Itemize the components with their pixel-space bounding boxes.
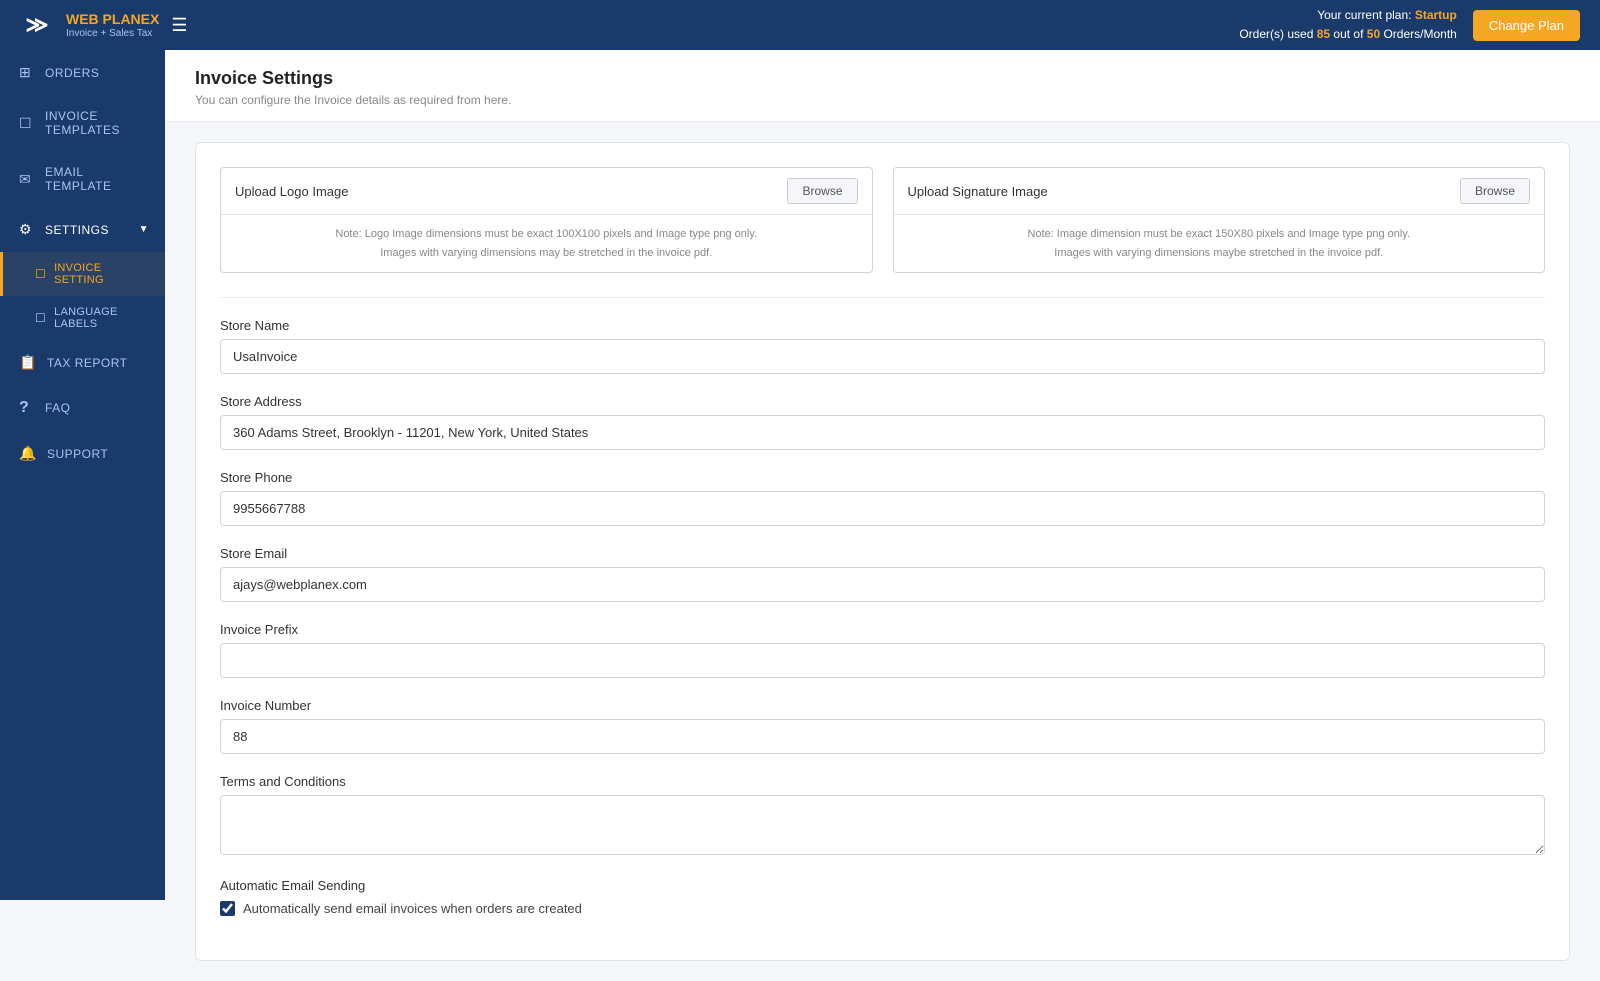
page-subtitle: You can configure the Invoice details as… xyxy=(195,93,1570,107)
auto-email-checkbox-label: Automatically send email invoices when o… xyxy=(243,901,582,916)
header-right: Your current plan: Startup Order(s) used… xyxy=(1239,6,1580,44)
support-icon: 🔔 xyxy=(19,445,37,462)
sidebar-item-label: SETTINGS xyxy=(45,223,109,237)
change-plan-button[interactable]: Change Plan xyxy=(1473,10,1580,41)
logo-mark: ≫ xyxy=(20,8,54,42)
logo-upload-note: Note: Logo Image dimensions must be exac… xyxy=(221,215,872,272)
terms-textarea[interactable] xyxy=(220,795,1545,855)
store-name-group: Store Name xyxy=(220,318,1545,374)
store-address-input[interactable] xyxy=(220,415,1545,450)
store-email-group: Store Email xyxy=(220,546,1545,602)
signature-browse-button[interactable]: Browse xyxy=(1460,178,1530,204)
auto-email-checkbox-row: Automatically send email invoices when o… xyxy=(220,901,1545,916)
logo-upload-label: Upload Logo Image xyxy=(235,184,348,199)
sidebar-sub-label: INVOICE SETTING xyxy=(54,262,149,286)
invoice-prefix-label: Invoice Prefix xyxy=(220,622,1545,637)
sidebar-item-faq[interactable]: ? FAQ xyxy=(0,385,165,431)
tax-report-icon: 📋 xyxy=(19,354,37,371)
page-header: Invoice Settings You can configure the I… xyxy=(165,50,1600,122)
auto-email-group: Automatic Email Sending Automatically se… xyxy=(220,878,1545,916)
logo-brand: WEB PLANEX xyxy=(66,11,159,28)
logo-browse-button[interactable]: Browse xyxy=(787,178,857,204)
sidebar-item-label: ORDERS xyxy=(45,66,99,80)
signature-upload-box: Upload Signature Image Browse Note: Imag… xyxy=(893,167,1546,273)
invoice-setting-icon: ☐ xyxy=(35,267,46,281)
page-title: Invoice Settings xyxy=(195,68,1570,89)
faq-icon: ? xyxy=(19,399,35,417)
upload-row: Upload Logo Image Browse Note: Logo Imag… xyxy=(220,167,1545,273)
sidebar-item-email-template[interactable]: ✉ EMAIL TEMPLATE xyxy=(0,151,165,207)
invoice-number-group: Invoice Number xyxy=(220,698,1545,754)
sidebar-item-label: SUPPORT xyxy=(47,447,108,461)
plan-info: Your current plan: Startup Order(s) used… xyxy=(1239,6,1456,44)
plan-name: Startup xyxy=(1415,8,1457,22)
content-area: Upload Logo Image Browse Note: Logo Imag… xyxy=(165,122,1600,981)
app-layout: ⊞ ORDERS ☐ INVOICE TEMPLATES ✉ EMAIL TEM… xyxy=(0,0,1600,981)
invoice-number-input[interactable] xyxy=(220,719,1545,754)
store-email-label: Store Email xyxy=(220,546,1545,561)
auto-email-section-label: Automatic Email Sending xyxy=(220,878,1545,893)
signature-upload-label: Upload Signature Image xyxy=(908,184,1048,199)
sidebar-item-label: FAQ xyxy=(45,401,71,415)
auto-email-checkbox[interactable] xyxy=(220,901,235,916)
sidebar-item-tax-report[interactable]: 📋 TAX REPORT xyxy=(0,340,165,385)
sidebar: ⊞ ORDERS ☐ INVOICE TEMPLATES ✉ EMAIL TEM… xyxy=(0,50,165,900)
invoice-templates-icon: ☐ xyxy=(19,115,35,132)
sidebar-item-orders[interactable]: ⊞ ORDERS xyxy=(0,50,165,95)
invoice-number-label: Invoice Number xyxy=(220,698,1545,713)
sidebar-item-language-labels[interactable]: ☐ LANGUAGE LABELS xyxy=(0,296,165,340)
logo-upload-box: Upload Logo Image Browse Note: Logo Imag… xyxy=(220,167,873,273)
orders-icon: ⊞ xyxy=(19,64,35,81)
main-content: Invoice Settings You can configure the I… xyxy=(165,50,1600,981)
sidebar-item-invoice-setting[interactable]: ☐ INVOICE SETTING xyxy=(0,252,165,296)
store-name-input[interactable] xyxy=(220,339,1545,374)
orders-used: 85 xyxy=(1317,27,1330,41)
sidebar-item-settings[interactable]: ⚙ SETTINGS ▼ xyxy=(0,207,165,252)
store-phone-input[interactable] xyxy=(220,491,1545,526)
logo-upload-header: Upload Logo Image Browse xyxy=(221,168,872,215)
sidebar-item-label: TAX REPORT xyxy=(47,356,128,370)
invoice-prefix-group: Invoice Prefix xyxy=(220,622,1545,678)
terms-group: Terms and Conditions xyxy=(220,774,1545,858)
hamburger-icon[interactable]: ☰ xyxy=(171,15,187,36)
store-phone-label: Store Phone xyxy=(220,470,1545,485)
language-labels-icon: ☐ xyxy=(35,311,46,325)
invoice-prefix-input[interactable] xyxy=(220,643,1545,678)
settings-icon: ⚙ xyxy=(19,221,35,238)
sidebar-item-support[interactable]: 🔔 SUPPORT xyxy=(0,431,165,476)
signature-upload-header: Upload Signature Image Browse xyxy=(894,168,1545,215)
sidebar-item-invoice-templates[interactable]: ☐ INVOICE TEMPLATES xyxy=(0,95,165,151)
store-name-label: Store Name xyxy=(220,318,1545,333)
store-address-group: Store Address xyxy=(220,394,1545,450)
sidebar-item-label: EMAIL TEMPLATE xyxy=(45,165,149,193)
app-header: ≫ WEB PLANEX Invoice + Sales Tax ☰ Your … xyxy=(0,0,1600,50)
store-email-input[interactable] xyxy=(220,567,1545,602)
signature-upload-note: Note: Image dimension must be exact 150X… xyxy=(894,215,1545,272)
divider xyxy=(220,297,1545,298)
store-phone-group: Store Phone xyxy=(220,470,1545,526)
sidebar-item-label: INVOICE TEMPLATES xyxy=(45,109,149,137)
orders-total: 50 xyxy=(1367,27,1380,41)
email-template-icon: ✉ xyxy=(19,171,35,188)
chevron-down-icon: ▼ xyxy=(139,224,149,235)
header-left: ≫ WEB PLANEX Invoice + Sales Tax ☰ xyxy=(20,8,187,42)
store-address-label: Store Address xyxy=(220,394,1545,409)
logo-subtitle: Invoice + Sales Tax xyxy=(66,28,159,39)
settings-card: Upload Logo Image Browse Note: Logo Imag… xyxy=(195,142,1570,961)
sidebar-sub-label: LANGUAGE LABELS xyxy=(54,306,149,330)
logo-text-block: WEB PLANEX Invoice + Sales Tax xyxy=(66,11,159,39)
terms-label: Terms and Conditions xyxy=(220,774,1545,789)
